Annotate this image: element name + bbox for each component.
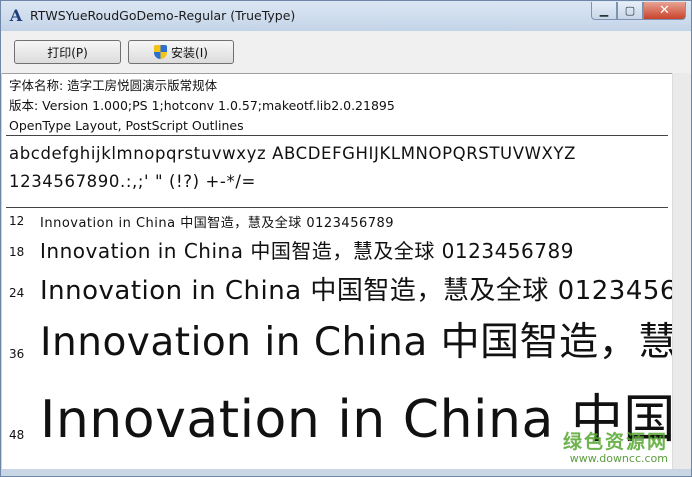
sample-text: Innovation in China 中国智造，慧及全球 0123456789 — [40, 239, 574, 263]
sample-text: Innovation in China 中国智造，慧及全球 0123456789 — [40, 390, 672, 450]
minimize-button[interactable]: ▁ — [591, 2, 617, 20]
caption-buttons: ▁ ▢ ✕ — [591, 2, 686, 22]
font-name-line: 字体名称: 造字工房悦圆演示版常规体 — [9, 78, 218, 93]
font-preview-area[interactable]: 字体名称: 造字工房悦圆演示版常规体 版本: Version 1.000;PS … — [2, 73, 672, 470]
print-button[interactable]: 打印(P) — [14, 40, 121, 64]
sample-size-label: 24 — [9, 286, 25, 300]
install-button-label: 安装(I) — [171, 45, 208, 60]
font-viewer-window: A RTWSYueRoudGoDemo-Regular (TrueType) ▁… — [0, 0, 692, 477]
vertical-scrollbar[interactable] — [672, 73, 691, 469]
sample-text: Innovation in China 中国智造，慧及全球 0123456789 — [40, 216, 395, 231]
charset-letters: abcdefghijklmnopqrstuvwxyz ABCDEFGHIJKLM… — [9, 144, 576, 163]
close-button[interactable]: ✕ — [643, 2, 686, 20]
minimize-icon: ▁ — [599, 4, 609, 17]
divider — [6, 135, 668, 136]
toolbar: 打印(P) 安装(I) — [1, 31, 691, 73]
font-layout-line: OpenType Layout, PostScript Outlines — [9, 118, 244, 133]
font-version-line: 版本: Version 1.000;PS 1;hotconv 1.0.57;ma… — [9, 98, 395, 113]
font-file-icon: A — [9, 6, 23, 25]
sample-size-label: 18 — [9, 245, 25, 259]
title-bar[interactable]: A RTWSYueRoudGoDemo-Regular (TrueType) ▁… — [1, 1, 691, 31]
font-info: 字体名称: 造字工房悦圆演示版常规体 版本: Version 1.000;PS … — [9, 76, 395, 136]
divider — [6, 207, 668, 208]
sample-size-label: 48 — [9, 428, 25, 442]
sample-size-label: 12 — [9, 214, 25, 228]
sample-text: Innovation in China 中国智造，慧及全球 0123456789 — [40, 276, 672, 306]
close-icon: ✕ — [659, 3, 670, 18]
install-button[interactable]: 安装(I) — [128, 40, 234, 64]
print-button-label: 打印(P) — [47, 45, 88, 60]
window-frame-bottom — [2, 469, 690, 476]
charset-symbols: 1234567890.:,;' " (!?) +-*/= — [9, 172, 256, 191]
maximize-button[interactable]: ▢ — [617, 2, 643, 20]
sample-text: Innovation in China 中国智造，慧及全球 0123456789 — [40, 320, 672, 365]
window-title: RTWSYueRoudGoDemo-Regular (TrueType) — [30, 8, 296, 23]
maximize-icon: ▢ — [624, 4, 636, 17]
uac-shield-icon — [154, 45, 168, 59]
sample-size-label: 36 — [9, 347, 25, 361]
